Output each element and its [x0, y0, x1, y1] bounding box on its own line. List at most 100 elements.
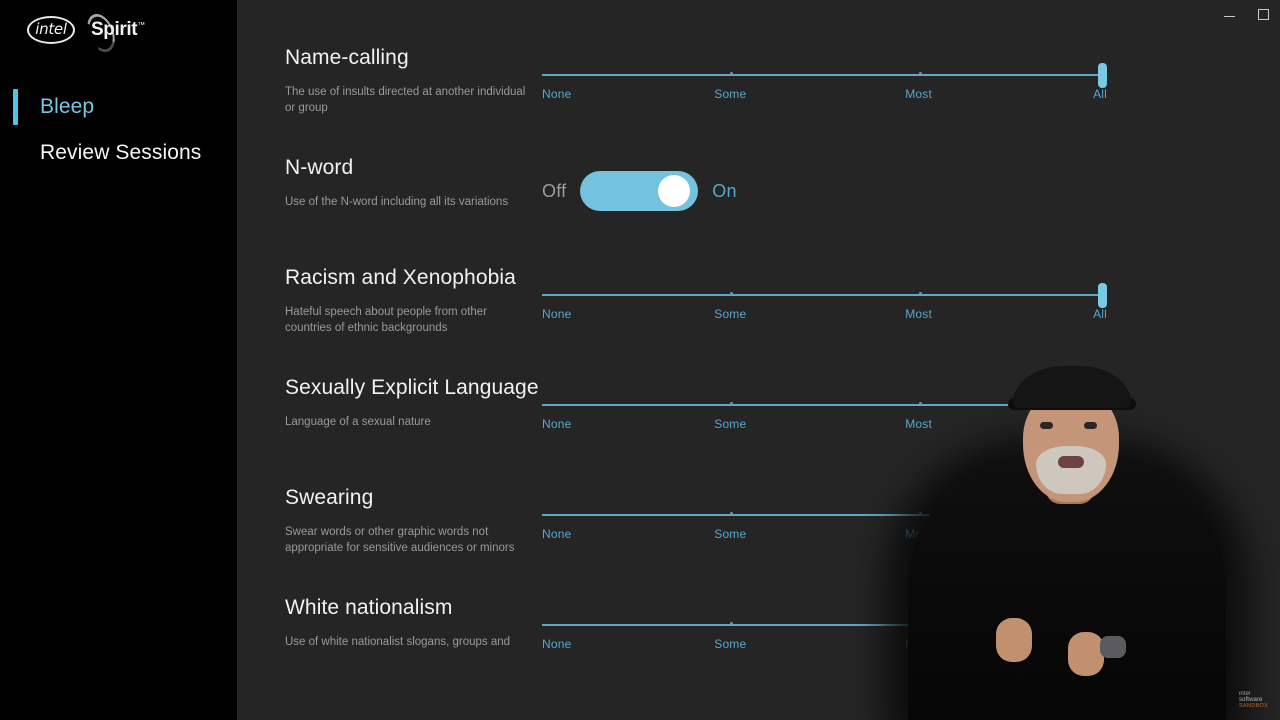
slider-tick: [918, 402, 922, 405]
setting-description: Use of white nationalist slogans, groups…: [285, 636, 511, 649]
trademark-symbol: ™: [137, 20, 145, 30]
sidebar-item-review-sessions[interactable]: Review Sessions: [0, 132, 237, 174]
slider-label-some: Some: [714, 307, 747, 321]
toggle-knob[interactable]: [658, 175, 691, 207]
setting-description: The use of insults directed at another i…: [285, 86, 526, 115]
slider-label-all: All: [1093, 307, 1107, 321]
nword-toggle-switch[interactable]: [580, 171, 699, 211]
slider-label-most: Most: [905, 87, 933, 101]
setting-info: Racism and Xenophobia Hateful speech abo…: [237, 266, 542, 337]
slider-tick: [918, 512, 922, 515]
setting-description: Swear words or other graphic words not a…: [285, 526, 515, 555]
setting-control: None Some Most All: [542, 46, 1280, 101]
setting-title: Swearing: [285, 486, 374, 509]
maximize-icon: [1257, 8, 1269, 20]
slider-labels: None Some Most All: [542, 307, 1107, 325]
setting-title: Sexually Explicit Language: [285, 376, 539, 399]
setting-info: N-word Use of the N-word including all i…: [237, 156, 542, 210]
slider-label-none: None: [542, 417, 572, 431]
setting-title: N-word: [285, 156, 354, 179]
slider-tick: [918, 622, 922, 625]
slider-label-some: Some: [714, 417, 747, 431]
active-indicator-bar: [13, 89, 18, 125]
slider-tick: [918, 72, 922, 75]
setting-control: None Some Most All: [542, 266, 1280, 321]
main-content: Name-calling The use of insults directed…: [237, 0, 1280, 720]
slider-track[interactable]: [542, 74, 1107, 76]
slider-label-most: Most: [905, 417, 933, 431]
maximize-button[interactable]: [1246, 1, 1280, 27]
setting-description: Hateful speech about people from other c…: [285, 306, 488, 335]
slider-track[interactable]: [542, 514, 1107, 516]
brand-logo: intel Spirit™: [0, 0, 237, 56]
setting-description: Use of the N-word including all its vari…: [285, 196, 509, 209]
setting-info: Swearing Swear words or other graphic wo…: [237, 486, 542, 557]
window-titlebar: [237, 0, 1280, 28]
slider-labels: None Some Most All: [542, 637, 1107, 655]
slider-track[interactable]: [542, 294, 1107, 296]
setting-info: White nationalism Use of white nationali…: [237, 596, 542, 650]
sidebar-item-label: Review Sessions: [40, 141, 202, 164]
setting-info: Name-calling The use of insults directed…: [237, 46, 542, 117]
setting-control: None Some Most All: [542, 376, 1280, 431]
toggle-label-off: Off: [542, 180, 567, 201]
slider-label-none: None: [542, 87, 572, 101]
intel-logo-icon: intel: [27, 15, 75, 44]
slider-label-none: None: [542, 527, 572, 541]
spirit-logo-text: Spirit: [91, 18, 138, 40]
slider-label-all: All: [1093, 637, 1107, 651]
slider-tick: [918, 292, 922, 295]
slider-label-most: Most: [905, 307, 933, 321]
setting-control: None Some Most All: [542, 486, 1280, 541]
slider-thumb[interactable]: [1098, 63, 1107, 88]
setting-title: Name-calling: [285, 46, 409, 69]
setting-info: Sexually Explicit Language Language of a…: [237, 376, 542, 430]
setting-row: N-word Use of the N-word including all i…: [237, 156, 1280, 266]
slider-track[interactable]: [542, 624, 1107, 626]
sidebar-item-label: Bleep: [40, 95, 95, 118]
slider-label-none: None: [542, 307, 572, 321]
setting-row: Racism and Xenophobia Hateful speech abo…: [237, 266, 1280, 376]
minimize-button[interactable]: [1212, 1, 1246, 27]
slider-label-all: All: [1093, 527, 1107, 541]
severity-slider[interactable]: None Some Most All: [542, 56, 1107, 101]
app-window: intel Spirit™ Bleep Review Sessions Name…: [0, 0, 1280, 720]
slider-labels: None Some Most All: [542, 527, 1107, 545]
slider-labels: None Some Most All: [542, 87, 1107, 105]
slider-label-most: Most: [905, 527, 933, 541]
watermark-line-3: SANDBOX: [1239, 703, 1268, 710]
minimize-icon: [1223, 16, 1235, 17]
slider-label-all: All: [1093, 87, 1107, 101]
slider-label-all: All: [1093, 417, 1107, 431]
sidebar-item-bleep[interactable]: Bleep: [0, 86, 237, 128]
setting-control: Off On: [542, 156, 1280, 211]
toggle-label-on: On: [712, 180, 737, 201]
slider-thumb[interactable]: [1098, 613, 1107, 638]
slider-labels: None Some Most All: [542, 417, 1107, 435]
slider-thumb[interactable]: [1098, 283, 1107, 308]
nword-toggle-group: Off On: [542, 166, 1198, 211]
slider-label-none: None: [542, 637, 572, 651]
severity-slider[interactable]: None Some Most All: [542, 276, 1107, 321]
setting-control: None Some Most All: [542, 596, 1280, 651]
setting-row: White nationalism Use of white nationali…: [237, 596, 1280, 706]
slider-label-some: Some: [714, 637, 747, 651]
severity-slider[interactable]: None Some Most All: [542, 606, 1107, 651]
setting-row: Swearing Swear words or other graphic wo…: [237, 486, 1280, 596]
slider-thumb[interactable]: [1098, 393, 1107, 418]
severity-slider[interactable]: None Some Most All: [542, 496, 1107, 541]
setting-row: Sexually Explicit Language Language of a…: [237, 376, 1280, 486]
slider-label-some: Some: [714, 527, 747, 541]
setting-row: Name-calling The use of insults directed…: [237, 46, 1280, 156]
sidebar-nav: Bleep Review Sessions: [0, 86, 237, 174]
sidebar: intel Spirit™ Bleep Review Sessions: [0, 0, 237, 720]
severity-slider[interactable]: None Some Most All: [542, 386, 1107, 431]
intel-software-watermark: intel software SANDBOX: [1239, 691, 1268, 710]
setting-description: Language of a sexual nature: [285, 416, 431, 429]
slider-track[interactable]: [542, 404, 1107, 406]
spirit-logo-icon: Spirit™: [82, 9, 145, 56]
slider-label-some: Some: [714, 87, 747, 101]
settings-list: Name-calling The use of insults directed…: [237, 0, 1280, 706]
slider-thumb[interactable]: [1098, 503, 1107, 528]
setting-title: White nationalism: [285, 596, 453, 619]
